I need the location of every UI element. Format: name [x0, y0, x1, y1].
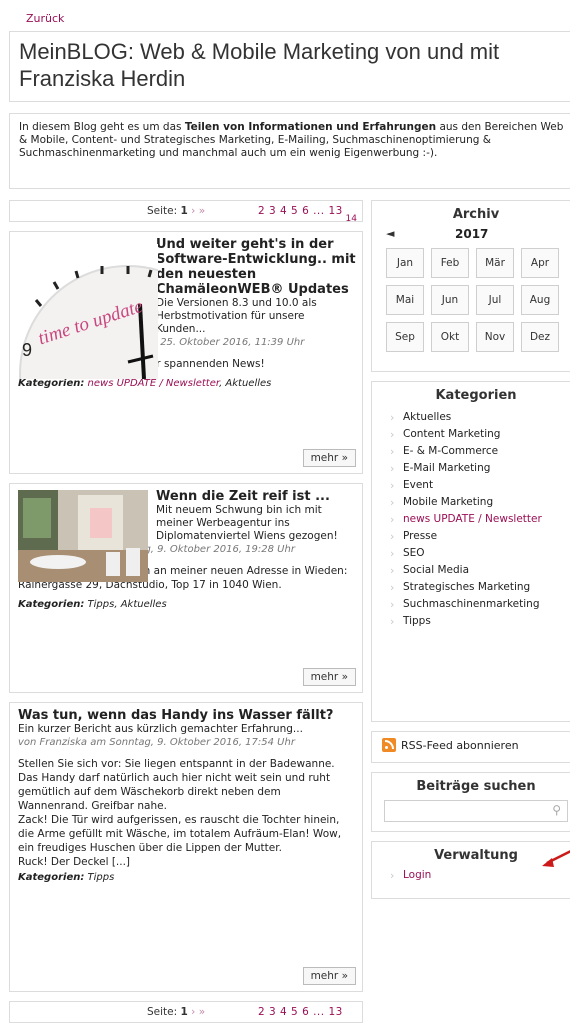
month-button[interactable]: Mär	[476, 248, 514, 278]
pager-top: Seite: 1 › » 2 3 4 5 6 ... 13 14	[9, 200, 363, 224]
category-item[interactable]: E-Mail Marketing	[388, 460, 570, 477]
post-category-rest[interactable]: Tipps, Aktuelles	[88, 599, 167, 610]
category-list: Aktuelles Content Marketing E- & M-Comme…	[372, 409, 570, 630]
post-categories-label: Kategorien:	[18, 599, 85, 610]
archive-year-row: ◄ 2017	[372, 226, 570, 244]
svg-text:9: 9	[22, 340, 32, 360]
pager-current: 1	[180, 205, 188, 217]
pager-page-extra[interactable]: 14	[346, 214, 357, 224]
intro-text-start: In diesem Blog geht es um das	[19, 121, 185, 133]
search-box: Beiträge suchen ⚲	[371, 772, 570, 832]
month-button[interactable]: Nov	[476, 322, 514, 352]
post-categories-label: Kategorien:	[18, 378, 85, 389]
search-input[interactable]	[389, 802, 539, 820]
month-button[interactable]: Mai	[386, 285, 424, 315]
post-category-rest[interactable]: Tipps	[88, 872, 115, 883]
post-title[interactable]: Was tun, wenn das Handy ins Wasser fällt…	[18, 708, 354, 723]
category-item[interactable]: Suchmaschinenmarketing	[388, 596, 570, 613]
pager-pages[interactable]: 2 3 4 5 6 ... 13	[258, 1006, 343, 1018]
category-item[interactable]: Mobile Marketing	[388, 494, 570, 511]
archive-year: 2017	[455, 227, 489, 241]
month-button[interactable]: Feb	[431, 248, 469, 278]
categories-box: Kategorien Aktuelles Content Marketing E…	[371, 381, 570, 722]
post-category-link[interactable]: news UPDATE / Newsletter	[88, 378, 220, 389]
rss-link[interactable]: RSS-Feed abonnieren	[372, 732, 570, 758]
sidebar: Archiv ◄ 2017 Jan Feb Mär Apr Mai Jun Ju…	[371, 200, 570, 908]
pager-label-text: Seite:	[147, 1006, 178, 1018]
category-item[interactable]: E- & M-Commerce	[388, 443, 570, 460]
blog-post: Was tun, wenn das Handy ins Wasser fällt…	[9, 702, 363, 992]
rss-icon	[382, 738, 396, 752]
category-item[interactable]: Strategisches Marketing	[388, 579, 570, 596]
post-meta: von Franziska am Sonntag, 9. Oktober 201…	[18, 737, 295, 748]
blog-intro: In diesem Blog geht es um das Teilen von…	[9, 113, 570, 189]
month-button[interactable]: Okt	[431, 322, 469, 352]
post-categories: Kategorien: Tipps, Aktuelles	[18, 598, 354, 611]
post-title[interactable]: Und weiter geht's in der Software-Entwic…	[156, 237, 356, 297]
month-button[interactable]: Jan	[386, 248, 424, 278]
pager-label-text: Seite:	[147, 205, 178, 217]
archive-months: Jan Feb Mär Apr Mai Jun Jul Aug Sep Okt …	[372, 244, 570, 352]
categories-title: Kategorien	[435, 388, 517, 403]
pager-arrows[interactable]: › »	[191, 1006, 205, 1018]
pager-arrows[interactable]: › »	[191, 205, 205, 217]
month-button[interactable]: Jun	[431, 285, 469, 315]
pager-current: 1	[180, 1006, 188, 1018]
pager-pages[interactable]: 2 3 4 5 6 ... 13	[258, 205, 343, 217]
search-icon[interactable]: ⚲	[552, 803, 561, 817]
category-item[interactable]: Tipps	[388, 613, 570, 630]
previous-year-icon[interactable]: ◄	[386, 227, 394, 240]
post-teaser: Mit neuem Schwung bin ich mit meiner Wer…	[156, 504, 338, 542]
category-item[interactable]: Aktuelles	[388, 409, 570, 426]
rss-box: RSS-Feed abonnieren	[371, 731, 570, 763]
more-button[interactable]: mehr »	[302, 668, 356, 686]
post-body: Stellen Sie sich vor: Sie liegen entspan…	[18, 758, 342, 868]
category-item[interactable]: Presse	[388, 528, 570, 545]
post-teaser: Ein kurzer Bericht aus kürzlich gemachte…	[18, 723, 303, 735]
post-categories-label: Kategorien:	[18, 872, 85, 883]
category-item[interactable]: Event	[388, 477, 570, 494]
search-title: Beiträge suchen	[416, 779, 536, 794]
search-field-wrapper: ⚲	[384, 800, 568, 822]
more-button[interactable]: mehr »	[302, 449, 356, 467]
month-button[interactable]: Jul	[476, 285, 514, 315]
blog-title-box: MeinBLOG: Web & Mobile Marketing von und…	[9, 31, 570, 102]
category-item[interactable]: Social Media	[388, 562, 570, 579]
blog-post: Wenn die Zeit reif ist ... Mit neuem Sch…	[9, 483, 363, 693]
category-item-active[interactable]: news UPDATE / Newsletter	[388, 511, 570, 528]
more-button[interactable]: mehr »	[302, 967, 356, 985]
annotation-arrow-icon	[542, 850, 570, 867]
blog-post: time to update 9 Und weiter geht's in de…	[9, 231, 363, 474]
page-title: MeinBLOG: Web & Mobile Marketing von und…	[19, 39, 500, 91]
post-title[interactable]: Wenn die Zeit reif ist ...	[156, 489, 356, 504]
rss-label: RSS-Feed abonnieren	[401, 738, 519, 752]
main-column: Seite: 1 › » 2 3 4 5 6 ... 13 14 time to…	[9, 200, 363, 1023]
archive-box: Archiv ◄ 2017 Jan Feb Mär Apr Mai Jun Ju…	[371, 200, 570, 372]
month-button[interactable]: Sep	[386, 322, 424, 352]
month-button[interactable]: Apr	[521, 248, 559, 278]
pager-bottom: Seite: 1 › » 2 3 4 5 6 ... 13	[9, 1001, 363, 1023]
time-to-update-clock-image[interactable]: time to update 9	[18, 244, 158, 379]
office-photo-image[interactable]	[18, 490, 148, 582]
post-category-rest[interactable]: , Aktuelles	[219, 378, 271, 389]
intro-text-bold: Teilen von Informationen und Erfahrungen	[184, 121, 437, 133]
back-link[interactable]: Zurück	[26, 12, 64, 25]
post-teaser: Die Versionen 8.3 und 10.0 als Herbstmot…	[156, 297, 317, 335]
archive-title: Archiv	[452, 207, 500, 222]
post-categories: Kategorien: Tipps	[18, 871, 354, 884]
category-item[interactable]: SEO	[388, 545, 570, 562]
pager-label: Seite: 1 › »	[147, 205, 205, 217]
month-button[interactable]: Aug	[521, 285, 559, 315]
month-button[interactable]: Dez	[521, 322, 559, 352]
pager-label: Seite: 1 › »	[147, 1006, 205, 1018]
category-item[interactable]: Content Marketing	[388, 426, 570, 443]
